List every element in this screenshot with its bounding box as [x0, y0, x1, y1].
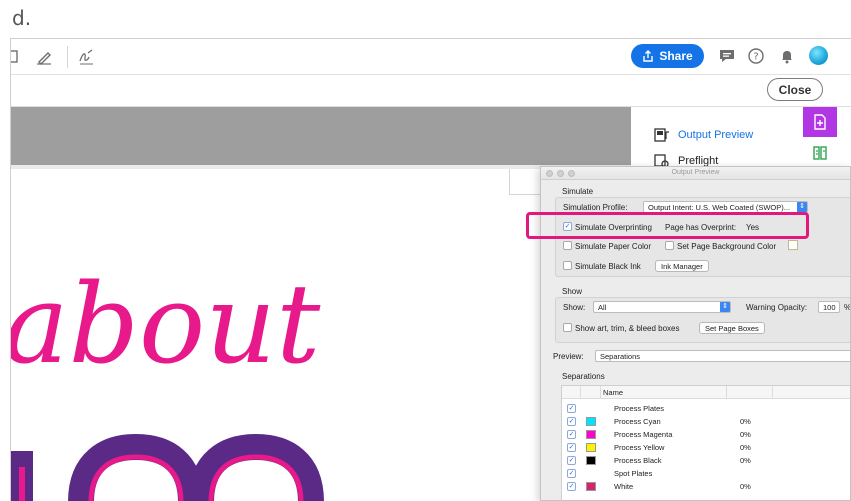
number-shape	[19, 467, 25, 501]
separation-checkbox[interactable]: ✓	[567, 404, 576, 413]
ink-color-swatch	[586, 456, 596, 465]
column-divider	[580, 386, 581, 399]
number-shape	[88, 454, 184, 501]
simulate-paper-color-checkbox[interactable]	[563, 241, 572, 250]
warning-opacity-label: Warning Opacity:	[746, 303, 808, 312]
separation-row[interactable]: ✓ Spot Plates	[562, 467, 850, 480]
share-icon	[643, 50, 654, 62]
separation-name: Process Cyan	[614, 417, 661, 426]
simulate-paper-color-label: Simulate Paper Color	[575, 242, 652, 251]
sign-icon[interactable]	[77, 48, 95, 66]
ink-color-swatch	[586, 430, 596, 439]
separation-percent: 0%	[740, 482, 751, 491]
separation-name: White	[614, 482, 634, 491]
show-label: Show:	[563, 303, 586, 312]
svg-text:?: ?	[753, 52, 758, 63]
separation-name: Process Magenta	[614, 430, 673, 439]
show-value: All	[598, 303, 607, 312]
warning-opacity-value: 100	[823, 303, 836, 312]
step-label: d.	[12, 6, 32, 30]
help-icon[interactable]: ?	[747, 47, 765, 65]
set-page-boxes-button[interactable]: Set Page Boxes	[699, 322, 765, 334]
top-toolbar: Share ?	[11, 39, 851, 75]
share-button[interactable]: Share	[631, 44, 704, 68]
column-divider	[726, 386, 727, 399]
separation-name: Process Black	[614, 456, 662, 465]
create-pdf-icon	[814, 114, 826, 130]
ink-color-swatch	[586, 417, 596, 426]
show-boxes-label: Show art, trim, & bleed boxes	[575, 324, 680, 333]
name-column-header: Name	[603, 388, 624, 397]
separation-checkbox[interactable]: ✓	[567, 430, 576, 439]
separation-checkbox[interactable]: ✓	[567, 469, 576, 478]
rail-tool-organize[interactable]	[803, 139, 837, 167]
separation-name: Process Yellow	[614, 443, 665, 452]
document-canvas[interactable]: about	[11, 107, 631, 501]
separations-table-header: Name	[562, 386, 850, 399]
avatar[interactable]	[809, 46, 828, 65]
show-select[interactable]: All ⇕	[593, 301, 731, 313]
organize-pages-icon	[813, 146, 827, 160]
separation-checkbox[interactable]: ✓	[567, 417, 576, 426]
chat-icon[interactable]	[718, 47, 736, 65]
column-divider	[772, 386, 773, 399]
number-shape	[208, 454, 304, 501]
highlight-pen-icon[interactable]	[35, 48, 53, 66]
set-page-bg-label: Set Page Background Color	[677, 242, 777, 251]
separation-row[interactable]: ✓ Process Yellow 0%	[562, 441, 850, 454]
show-boxes-checkbox[interactable]	[563, 323, 572, 332]
dialog-title: Output Preview	[671, 169, 720, 176]
simulate-black-ink-checkbox[interactable]	[563, 261, 572, 270]
panel-item-output-preview[interactable]: Output Preview	[654, 127, 753, 143]
separation-row[interactable]: ✓ Process Magenta 0%	[562, 428, 850, 441]
notification-bell-icon[interactable]	[778, 47, 796, 65]
output-preview-icon	[654, 127, 670, 143]
poster-artwork: about	[11, 260, 324, 501]
separation-row[interactable]: ✓ Process Black 0%	[562, 454, 850, 467]
ink-color-swatch	[586, 443, 596, 452]
ink-manager-button[interactable]: Ink Manager	[655, 260, 709, 272]
simulate-heading: Simulate	[562, 187, 594, 196]
set-page-bg-checkbox[interactable]	[665, 241, 674, 250]
separation-percent: 0%	[740, 456, 751, 465]
separation-row[interactable]: ✓ Process Plates	[562, 402, 850, 415]
simulate-black-ink-label: Simulate Black Ink	[575, 262, 641, 271]
tool-rail	[803, 107, 843, 167]
column-divider	[600, 386, 601, 399]
separation-checkbox[interactable]: ✓	[567, 443, 576, 452]
warning-opacity-input[interactable]: 100	[818, 301, 840, 313]
separation-percent: 0%	[740, 443, 751, 452]
separation-percent: 0%	[740, 430, 751, 439]
separation-row[interactable]: ✓ Process Cyan 0%	[562, 415, 850, 428]
page-bg-color-swatch[interactable]	[788, 240, 798, 250]
separation-checkbox[interactable]: ✓	[567, 456, 576, 465]
preview-select[interactable]: Separations	[595, 350, 850, 362]
separations-table: Name ✓ Process Plates ✓ Process Cyan 0% ✓ Proc…	[561, 385, 850, 500]
separations-heading: Separations	[562, 372, 605, 381]
show-heading: Show	[562, 287, 583, 296]
simulation-profile-value: Output Intent: U.S. Web Coated (SWOP)...	[648, 203, 791, 212]
preview-value: Separations	[600, 352, 641, 361]
separation-name: Process Plates	[614, 404, 665, 413]
select-arrow-icon: ⇕	[720, 302, 730, 312]
close-button[interactable]: Close	[767, 78, 823, 101]
preview-label: Preview:	[553, 352, 584, 361]
separation-name: Spot Plates	[614, 469, 653, 478]
separation-checkbox[interactable]: ✓	[567, 482, 576, 491]
script-word: about	[11, 260, 321, 388]
share-label: Share	[659, 49, 693, 63]
separation-percent: 0%	[740, 417, 751, 426]
tool-subbar: Close	[11, 75, 851, 107]
simulation-profile-label: Simulation Profile:	[563, 203, 628, 212]
ink-color-swatch	[586, 482, 596, 491]
comment-box-icon[interactable]	[11, 48, 23, 66]
annotation-highlight-box	[526, 212, 809, 239]
rail-tool-create-pdf[interactable]	[803, 107, 837, 137]
warning-opacity-unit: %	[844, 303, 851, 312]
dialog-titlebar[interactable]: Output Preview	[541, 167, 850, 180]
separation-row[interactable]: ✓ White 0%	[562, 480, 850, 493]
panel-item-label: Output Preview	[678, 129, 754, 141]
toolbar-divider	[67, 46, 68, 68]
